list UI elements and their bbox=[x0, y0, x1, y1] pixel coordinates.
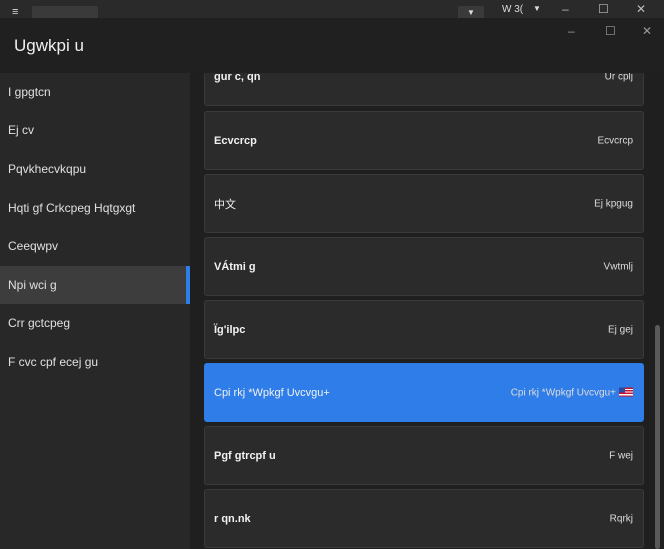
background-minimize-button[interactable]: – bbox=[562, 2, 569, 16]
us-flag-icon bbox=[619, 387, 633, 397]
window-title: Ugwkpi u bbox=[14, 36, 84, 55]
language-card[interactable]: r qn.nk Rqrkj bbox=[204, 489, 644, 548]
language-card[interactable]: Pgf gtrcpf u F wej bbox=[204, 426, 644, 485]
language-card[interactable]: 中文 Ej kpgug bbox=[204, 174, 644, 233]
language-name: Ecvcrcp bbox=[214, 134, 257, 147]
language-name: Pgf gtrcpf u bbox=[214, 449, 276, 462]
sidebar-item-label: Hqti gf Crkcpeg Hqtgxgt bbox=[8, 201, 136, 215]
sidebar-item-language[interactable]: Npi wci g bbox=[0, 266, 190, 304]
language-native-name: Ej gej bbox=[607, 324, 633, 335]
language-name: Cpi rkj *Wpkgf Uvcvgu+ bbox=[214, 386, 330, 399]
window-titlebar: Ugwkpi u – ☐ ✕ bbox=[0, 18, 664, 73]
language-card-selected[interactable]: Cpi rkj *Wpkgf Uvcvgu+ Cpi rkj *Wpkgf Uv… bbox=[204, 363, 644, 422]
language-native-name: F wej bbox=[609, 450, 633, 461]
language-native-name: Rqrkj bbox=[609, 513, 633, 524]
language-card[interactable]: VÁtmi g Vwtmlj bbox=[204, 237, 644, 296]
sidebar-item-label: Crr gctcpeg bbox=[8, 316, 71, 330]
language-name: 中文 bbox=[214, 198, 236, 211]
language-name: VÁtmi g bbox=[214, 260, 256, 273]
language-native-name: Ur cplj bbox=[604, 73, 633, 82]
sidebar-item-label: Pqvkhecvkqpu bbox=[8, 162, 87, 176]
language-name: gur c, qn bbox=[214, 73, 261, 83]
background-maximize-button[interactable]: ☐ bbox=[598, 2, 609, 16]
language-native-name: Ej kpgug bbox=[594, 198, 633, 209]
language-card[interactable]: Ïg'ilpc Ej gej bbox=[204, 300, 644, 359]
settings-window: Ugwkpi u – ☐ ✕ I gpgtcn Ej cv Pqvkhecvkq… bbox=[0, 18, 664, 549]
language-card[interactable]: gur c, qn Ur cplj bbox=[204, 73, 644, 106]
sidebar-item-data-and-caches[interactable]: F cvc cpf ecej gu bbox=[0, 343, 190, 381]
background-window-label: W 3( bbox=[502, 4, 524, 15]
sidebar-item-appearance[interactable]: Crr gctcpeg bbox=[0, 304, 190, 342]
sidebar-item-label: Ceeqwpv bbox=[8, 239, 59, 253]
close-button[interactable]: ✕ bbox=[642, 24, 652, 38]
background-close-button[interactable]: ✕ bbox=[636, 2, 646, 16]
maximize-button[interactable]: ☐ bbox=[605, 24, 616, 38]
language-native-label: Cpi rkj *Wpkgf Uvcvgu+ bbox=[510, 387, 616, 398]
minimize-button[interactable]: – bbox=[568, 24, 575, 38]
settings-sidebar: I gpgtcn Ej cv Pqvkhecvkqpu Hqti gf Crkc… bbox=[0, 73, 190, 549]
sidebar-item-label: F cvc cpf ecej gu bbox=[8, 355, 99, 369]
language-native-name: Cpi rkj *Wpkgf Uvcvgu+ bbox=[511, 387, 633, 398]
hamburger-menu-icon[interactable]: ≡ bbox=[12, 6, 22, 18]
language-name: r qn.nk bbox=[214, 512, 251, 525]
sidebar-item-notifications[interactable]: Pqvkhecvkqpu bbox=[0, 150, 190, 188]
vertical-scrollbar[interactable] bbox=[655, 325, 660, 549]
caret-down-icon[interactable]: ▼ bbox=[533, 4, 541, 13]
background-window-titlebar: ≡ ▼ W 3( ▼ – ☐ ✕ bbox=[0, 0, 664, 20]
sidebar-item-forged-alliance[interactable]: Hqti gf Crkcpeg Hqtgxgt bbox=[0, 189, 190, 227]
sidebar-item-chat[interactable]: Ej cv bbox=[0, 111, 190, 149]
sidebar-item-label: Npi wci g bbox=[8, 278, 57, 292]
sidebar-item-general[interactable]: I gpgtcn bbox=[0, 73, 190, 111]
sidebar-item-label: I gpgtcn bbox=[8, 85, 51, 99]
language-card[interactable]: Ecvcrcp Ecvcrcp bbox=[204, 111, 644, 170]
language-name: Ïg'ilpc bbox=[214, 323, 246, 336]
language-native-name: Vwtmlj bbox=[603, 261, 633, 272]
language-native-name: Ecvcrcp bbox=[597, 135, 633, 146]
sidebar-item-label: Ej cv bbox=[8, 123, 35, 137]
sidebar-item-account[interactable]: Ceeqwpv bbox=[0, 227, 190, 265]
language-list: gur c, qn Ur cplj Ecvcrcp Ecvcrcp 中文 Ej … bbox=[190, 73, 664, 549]
